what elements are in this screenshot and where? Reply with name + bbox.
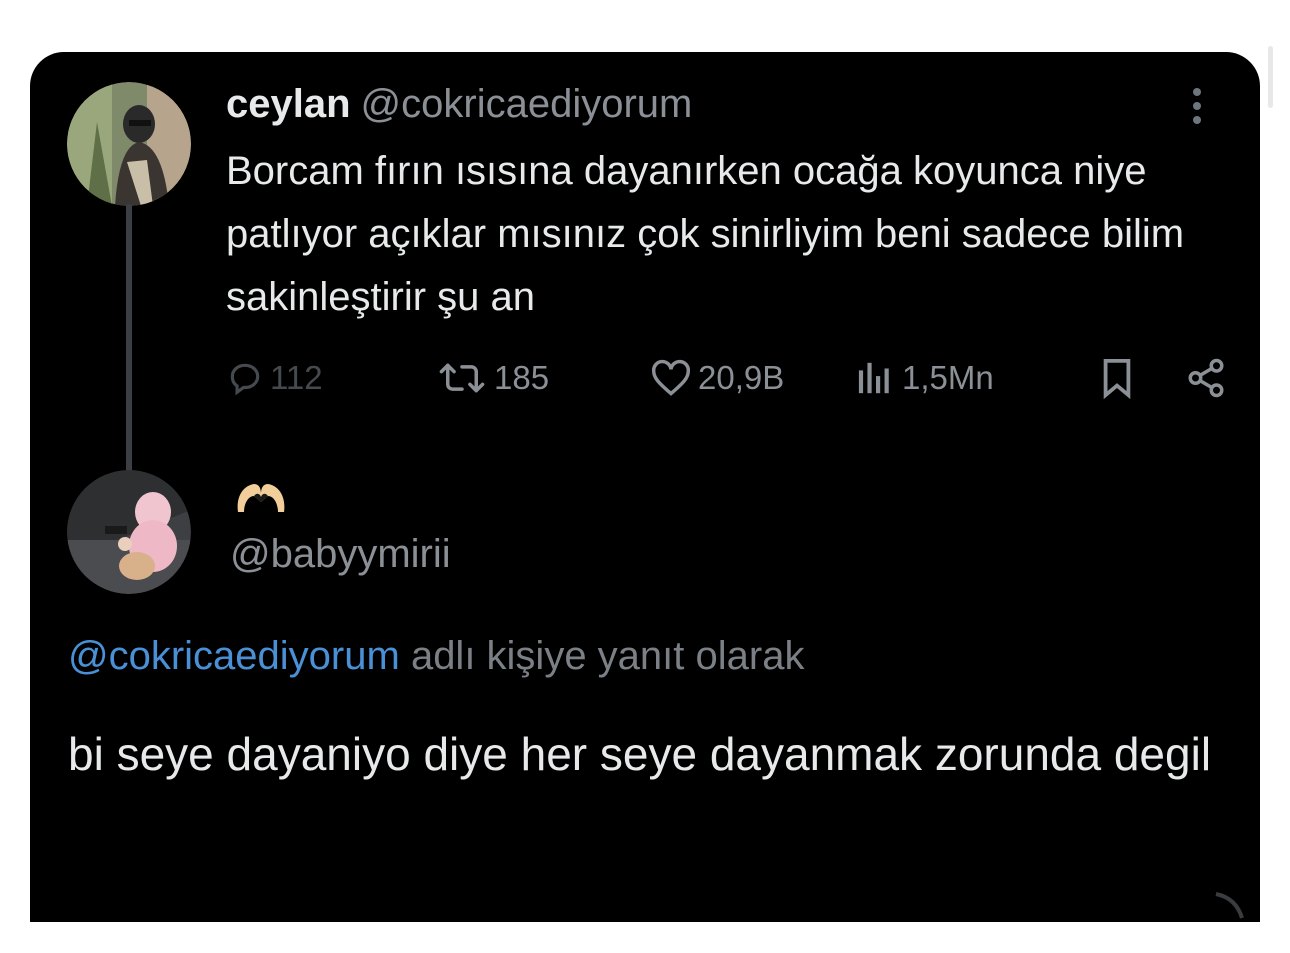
views-count: 1,5Mn: [902, 359, 994, 396]
like-button[interactable]: 20,9B: [650, 352, 784, 404]
retweet-icon: [439, 363, 485, 393]
avatar-ceylan[interactable]: [67, 82, 191, 206]
tweet-text: Borcam fırın ısısına dayanırken ocağa ko…: [226, 149, 1185, 319]
retweet-count: 185: [494, 359, 550, 396]
reply-mention-link[interactable]: @cokricaediyorum: [68, 634, 400, 678]
tweet-card: ceylan @cokricaediyorum Borcam fırın ısıs…: [30, 52, 1260, 922]
scrollbar[interactable]: [1268, 46, 1273, 108]
replying-to-line: @cokricaediyorum adlı kişiye yanıt olara…: [68, 630, 804, 682]
reply-icon: [230, 363, 260, 396]
views-icon: [858, 362, 889, 394]
retweet-button[interactable]: 185: [436, 352, 549, 404]
bookmark-icon: [1103, 359, 1131, 399]
user-handle[interactable]: @cokricaediyorum: [361, 82, 693, 126]
heart-hands-emoji: [237, 484, 285, 512]
tweet-header: ceylan @cokricaediyorum: [226, 80, 692, 128]
views-button[interactable]: 1,5Mn: [856, 352, 994, 404]
reply-user-handle[interactable]: @babyymirii: [230, 528, 451, 580]
like-count: 20,9B: [698, 359, 785, 396]
display-name[interactable]: ceylan: [226, 82, 351, 126]
reply-button[interactable]: 112: [226, 352, 323, 404]
heart-icon: [651, 359, 691, 396]
share-icon: [1188, 358, 1224, 398]
reply-text: bi seye dayaniyo diye her seye dayanmak …: [68, 728, 1212, 780]
bookmark-button[interactable]: [1098, 352, 1136, 404]
share-button[interactable]: [1184, 352, 1228, 404]
replying-to-suffix: adlı kişiye yanıt olarak: [399, 634, 805, 678]
more-icon[interactable]: [1185, 88, 1209, 132]
avatar-babyymirii[interactable]: [67, 470, 191, 594]
reply-count: 112: [270, 359, 323, 396]
tweet-actions: 112 185 20,9B 1,5Mn: [226, 352, 1226, 404]
corner-curl-icon: [1215, 892, 1244, 919]
